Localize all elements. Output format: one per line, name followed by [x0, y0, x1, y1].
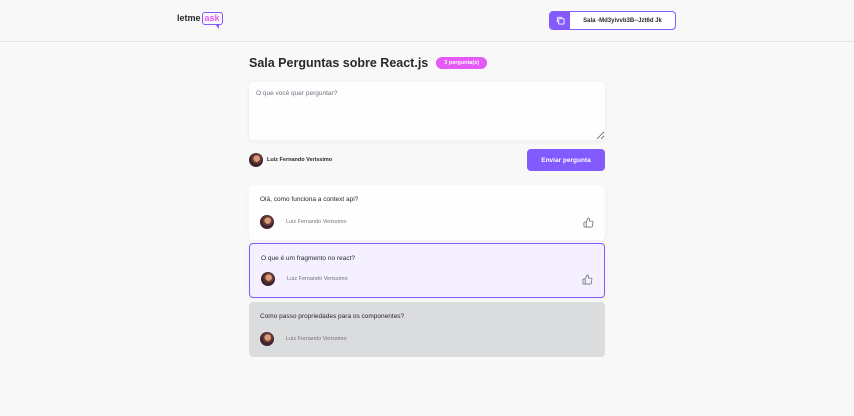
question-content: Olá, como funciona a context api? — [260, 196, 359, 203]
question-author: Luiz Fernando Verissimo — [260, 332, 347, 346]
question-input[interactable] — [249, 82, 605, 140]
avatar — [260, 215, 274, 229]
question-author: Luiz Fernando Verissimo — [261, 272, 348, 286]
room-main: Sala Perguntas sobre React.js 3 pergunta… — [249, 54, 605, 357]
thumbs-up-icon — [582, 274, 592, 284]
question-content: Como passo propriedades para os componen… — [260, 313, 405, 320]
current-user-info: Luiz Fernando Verissimo — [249, 153, 332, 167]
question-author-name: Luiz Fernando Verissimo — [287, 276, 348, 282]
like-button[interactable] — [582, 216, 594, 228]
question-footer: Luiz Fernando Verissimo — [260, 215, 594, 229]
room-code-button[interactable]: Sala -Md3yivvb3B--Jzt6d Jk — [549, 11, 676, 30]
question-author: Luiz Fernando Verissimo — [260, 215, 347, 229]
question-author-name: Luiz Fernando Verissimo — [286, 336, 347, 342]
send-question-button[interactable]: Enviar pergunta — [527, 149, 605, 171]
question-footer: Luiz Fernando Verissimo — [261, 272, 593, 286]
question-content: O que é um fragmento no react? — [261, 255, 355, 262]
logo-text-ask: ask — [201, 12, 223, 29]
letmeask-logo[interactable]: letme ask — [177, 10, 223, 30]
like-button[interactable] — [581, 273, 593, 285]
form-footer: Luiz Fernando Verissimo Enviar pergunta — [249, 149, 605, 171]
thumbs-up-icon — [583, 217, 593, 227]
avatar — [261, 272, 275, 286]
question-footer: Luiz Fernando Verissimo — [260, 332, 594, 346]
question-card: Olá, como funciona a context api? Luiz F… — [249, 185, 605, 240]
avatar — [249, 153, 263, 167]
current-user-name: Luiz Fernando Verissimo — [267, 157, 333, 163]
page-header: letme ask Sala -Md3yivvb3B--Jzt6d Jk — [0, 0, 854, 42]
logo-text-letme: letme — [177, 13, 201, 23]
room-code-label: Sala -Md3yivvb3B--Jzt6d Jk — [583, 17, 662, 24]
room-title: Sala Perguntas sobre React.js — [249, 56, 429, 70]
question-count-badge: 3 pergunta(s) — [436, 57, 488, 69]
question-author-name: Luiz Fernando Verissimo — [286, 219, 347, 225]
question-card-highlighted: O que é um fragmento no react? Luiz Fern… — [249, 243, 605, 298]
copy-icon — [550, 12, 570, 29]
avatar — [260, 332, 274, 346]
question-card-answered: Como passo propriedades para os componen… — [249, 302, 605, 357]
room-title-row: Sala Perguntas sobre React.js 3 pergunta… — [249, 54, 605, 72]
